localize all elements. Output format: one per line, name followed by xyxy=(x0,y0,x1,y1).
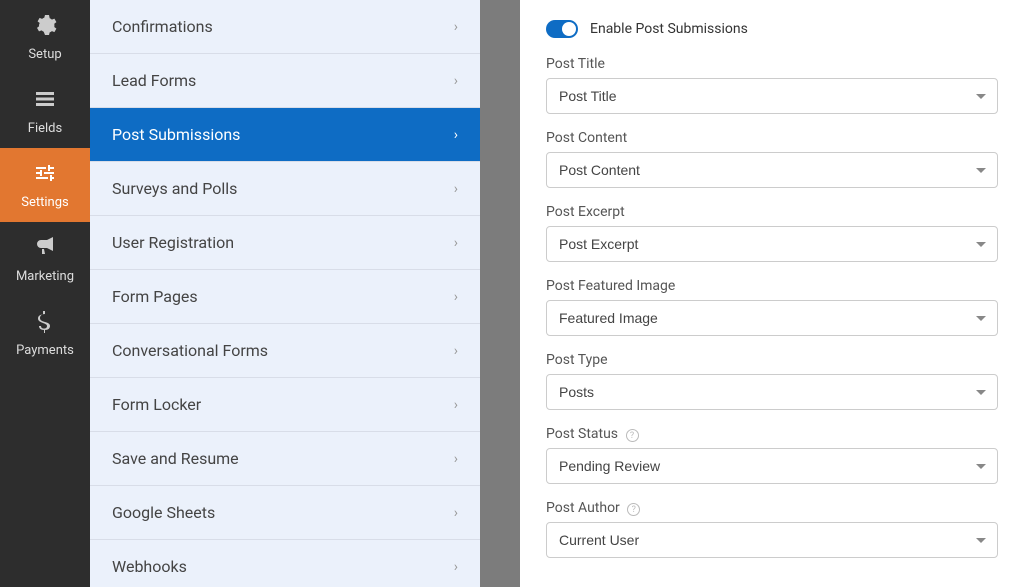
menu-label: Form Pages xyxy=(112,287,198,306)
enable-post-submissions-toggle[interactable] xyxy=(546,20,578,38)
chevron-right-icon: › xyxy=(454,559,458,575)
form-group-post-type: Post Type Posts xyxy=(546,352,998,410)
menu-item-conversational-forms[interactable]: Conversational Forms › xyxy=(90,324,480,378)
nav-item-payments[interactable]: Payments xyxy=(0,296,90,370)
chevron-right-icon: › xyxy=(454,505,458,521)
form-group-post-author: Post Author ? Current User xyxy=(546,500,998,558)
field-label: Post Featured Image xyxy=(546,278,998,294)
chevron-right-icon: › xyxy=(454,235,458,251)
help-icon[interactable]: ? xyxy=(626,429,639,442)
nav-item-setup[interactable]: Setup xyxy=(0,0,90,74)
menu-label: Post Submissions xyxy=(112,125,240,144)
post-content-select[interactable]: Post Content xyxy=(546,152,998,188)
enable-toggle-row: Enable Post Submissions xyxy=(546,20,998,38)
field-label: Post Author ? xyxy=(546,500,998,516)
chevron-right-icon: › xyxy=(454,127,458,143)
gear-icon xyxy=(33,13,57,43)
nav-sidebar: Setup Fields Settings Marketing Payments xyxy=(0,0,90,587)
form-group-post-content: Post Content Post Content xyxy=(546,130,998,188)
menu-item-google-sheets[interactable]: Google Sheets › xyxy=(90,486,480,540)
menu-label: Surveys and Polls xyxy=(112,179,237,198)
menu-label: Form Locker xyxy=(112,395,201,414)
form-group-post-featured-image: Post Featured Image Featured Image xyxy=(546,278,998,336)
menu-item-form-pages[interactable]: Form Pages › xyxy=(90,270,480,324)
chevron-right-icon: › xyxy=(454,289,458,305)
post-author-select[interactable]: Current User xyxy=(546,522,998,558)
nav-label: Fields xyxy=(28,121,62,136)
help-icon[interactable]: ? xyxy=(627,503,640,516)
field-label: Post Type xyxy=(546,352,998,368)
list-icon xyxy=(33,87,57,117)
sliders-icon xyxy=(33,161,57,191)
nav-label: Setup xyxy=(28,47,61,62)
field-label: Post Excerpt xyxy=(546,204,998,220)
menu-item-surveys-and-polls[interactable]: Surveys and Polls › xyxy=(90,162,480,216)
chevron-right-icon: › xyxy=(454,397,458,413)
chevron-right-icon: › xyxy=(454,19,458,35)
dollar-icon xyxy=(33,309,57,339)
field-label: Post Content xyxy=(546,130,998,146)
menu-item-save-and-resume[interactable]: Save and Resume › xyxy=(90,432,480,486)
menu-item-lead-forms[interactable]: Lead Forms › xyxy=(90,54,480,108)
nav-label: Payments xyxy=(16,343,74,358)
nav-item-fields[interactable]: Fields xyxy=(0,74,90,148)
menu-label: Webhooks xyxy=(112,557,187,576)
post-status-select[interactable]: Pending Review xyxy=(546,448,998,484)
post-type-select[interactable]: Posts xyxy=(546,374,998,410)
chevron-right-icon: › xyxy=(454,343,458,359)
menu-label: Confirmations xyxy=(112,17,213,36)
menu-item-confirmations[interactable]: Confirmations › xyxy=(90,0,480,54)
chevron-right-icon: › xyxy=(454,451,458,467)
menu-item-form-locker[interactable]: Form Locker › xyxy=(90,378,480,432)
post-featured-image-select[interactable]: Featured Image xyxy=(546,300,998,336)
chevron-right-icon: › xyxy=(454,73,458,89)
field-label: Post Title xyxy=(546,56,998,72)
nav-label: Settings xyxy=(21,195,68,210)
form-group-post-title: Post Title Post Title xyxy=(546,56,998,114)
form-group-post-status: Post Status ? Pending Review xyxy=(546,426,998,484)
menu-label: Lead Forms xyxy=(112,71,196,90)
menu-label: User Registration xyxy=(112,233,234,252)
divider xyxy=(480,0,520,587)
menu-label: Conversational Forms xyxy=(112,341,268,360)
menu-item-webhooks[interactable]: Webhooks › xyxy=(90,540,480,587)
nav-item-settings[interactable]: Settings xyxy=(0,148,90,222)
field-label: Post Status ? xyxy=(546,426,998,442)
nav-label: Marketing xyxy=(16,269,74,284)
form-panel: Enable Post Submissions Post Title Post … xyxy=(520,0,1024,587)
nav-item-marketing[interactable]: Marketing xyxy=(0,222,90,296)
menu-label: Save and Resume xyxy=(112,449,239,468)
form-group-post-excerpt: Post Excerpt Post Excerpt xyxy=(546,204,998,262)
settings-menu: Confirmations › Lead Forms › Post Submis… xyxy=(90,0,480,587)
bullhorn-icon xyxy=(33,235,57,265)
menu-label: Google Sheets xyxy=(112,503,215,522)
chevron-right-icon: › xyxy=(454,181,458,197)
menu-item-user-registration[interactable]: User Registration › xyxy=(90,216,480,270)
toggle-label: Enable Post Submissions xyxy=(590,21,748,37)
post-title-select[interactable]: Post Title xyxy=(546,78,998,114)
menu-item-post-submissions[interactable]: Post Submissions › xyxy=(90,108,480,162)
post-excerpt-select[interactable]: Post Excerpt xyxy=(546,226,998,262)
